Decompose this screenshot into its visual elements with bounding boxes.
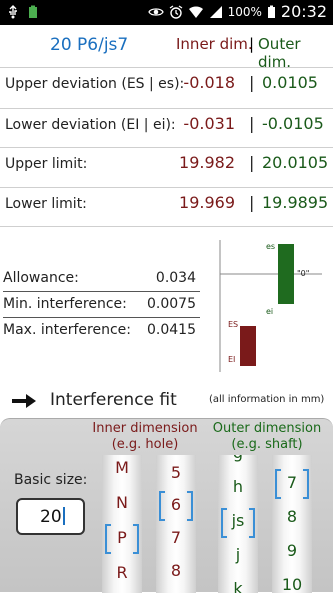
inner-dim-title: Inner dim. xyxy=(176,35,253,53)
allowance-value: 0.034 xyxy=(155,270,196,286)
battery-percent: 100% xyxy=(227,4,262,19)
min-interference-value: 0.0075 xyxy=(147,296,196,312)
selector-panel: Inner dimension (e.g. hole) Outer dimens… xyxy=(0,418,333,593)
selection-bracket-left xyxy=(159,491,165,521)
divider xyxy=(0,226,333,227)
signal-icon xyxy=(209,5,222,18)
wheel-item[interactable]: N xyxy=(102,493,142,512)
selection-bracket-right xyxy=(133,524,139,554)
usb-icon xyxy=(9,5,17,19)
divider xyxy=(0,67,333,68)
summary-divider xyxy=(3,317,200,318)
outer-title-line: Outer dimension xyxy=(212,421,322,436)
hole-letter-wheel[interactable]: M N P R xyxy=(102,455,142,593)
outer-value: 19.9895 xyxy=(262,193,329,212)
wheel-item[interactable]: 5 xyxy=(156,463,196,482)
outer-dimension-title: Outer dimension (e.g. shaft) xyxy=(207,421,327,453)
fit-type-row: Interference fit (all information in mm) xyxy=(0,390,333,414)
wheel-item[interactable]: 8 xyxy=(156,561,196,580)
wheel-item[interactable]: k xyxy=(218,579,258,593)
divider xyxy=(0,147,333,148)
outer-value: -0.0105 xyxy=(262,114,324,133)
battery-icon xyxy=(267,5,275,18)
text-cursor xyxy=(62,507,65,525)
tolerance-diagram: es ei "0" ES EI xyxy=(219,240,322,372)
units-info: (all information in mm) xyxy=(209,394,325,405)
min-interference-row: Min. interference: 0.0075 xyxy=(3,296,200,312)
hole-zone xyxy=(240,326,256,366)
wheel-item[interactable]: 9 xyxy=(272,541,312,560)
allowance-label: Allowance: xyxy=(3,270,79,286)
basic-size-label: Basic size: xyxy=(14,472,88,488)
status-bar: 100% 20:32 xyxy=(0,0,333,25)
inner-title-line: Inner dimension xyxy=(92,421,198,436)
row-lower-deviation: Lower deviation (EI | ei): -0.031 | -0.0… xyxy=(0,114,333,142)
ei-label: ei xyxy=(266,307,273,316)
selection-bracket-left xyxy=(105,524,111,554)
inner-dimension-title: Inner dimension (e.g. hole) xyxy=(90,421,200,453)
selection-bracket-right xyxy=(187,491,193,521)
eye-icon xyxy=(147,7,164,16)
inner-value: 19.969 xyxy=(179,193,235,212)
zero-label: "0" xyxy=(297,269,309,278)
value-separator: | xyxy=(249,193,255,212)
hole-grade-wheel[interactable]: 5 6 7 8 xyxy=(156,455,196,593)
battery-app-icon xyxy=(29,5,37,18)
allowance-row: Allowance: 0.034 xyxy=(3,270,200,286)
row-label: Upper limit: xyxy=(5,156,88,172)
outer-title-hint: (e.g. shaft) xyxy=(231,437,303,452)
shaft-grade-wheel[interactable]: 7 8 9 10 xyxy=(272,455,312,593)
wheel-item[interactable]: 10 xyxy=(272,575,312,593)
inner-value: -0.031 xyxy=(183,114,235,133)
outer-value: 0.0105 xyxy=(262,73,318,92)
clock: 20:32 xyxy=(280,2,327,21)
outer-value: 20.0105 xyxy=(262,153,329,172)
wheel-item[interactable]: R xyxy=(102,563,142,582)
value-separator: | xyxy=(249,114,255,133)
wifi-icon xyxy=(188,5,203,18)
max-interference-value: 0.0415 xyxy=(147,322,196,338)
selection-bracket-left xyxy=(275,469,281,499)
basic-size-input[interactable]: 20 xyxy=(16,498,85,535)
wheel-item[interactable]: M xyxy=(102,458,142,477)
value-separator: | xyxy=(249,73,255,92)
shaft-zone xyxy=(278,244,294,304)
min-interference-label: Min. interference: xyxy=(3,296,127,312)
divider xyxy=(0,187,333,188)
ES-label: ES xyxy=(228,320,238,329)
divider xyxy=(0,108,333,109)
inner-value: 19.982 xyxy=(179,153,235,172)
wheel-item[interactable]: 8 xyxy=(272,507,312,526)
inner-value: -0.018 xyxy=(183,73,235,92)
value-separator: | xyxy=(249,153,255,172)
es-label: es xyxy=(266,242,275,251)
selection-bracket-left xyxy=(221,508,227,538)
row-upper-deviation: Upper deviation (ES | es): -0.018 | 0.01… xyxy=(0,73,333,101)
fit-type-label: Interference fit xyxy=(50,390,177,410)
wheel-item[interactable]: 7 xyxy=(156,528,196,547)
wheel-item[interactable]: h xyxy=(218,477,258,496)
row-label: Lower deviation (EI | ei): xyxy=(5,117,176,133)
row-upper-limit: Upper limit: 19.982 | 20.0105 xyxy=(0,153,333,181)
arrow-right-icon xyxy=(12,394,36,408)
basic-size-value: 20 xyxy=(40,507,62,527)
summary-divider xyxy=(3,291,200,292)
selection-bracket-right xyxy=(249,508,255,538)
selection-bracket-right xyxy=(303,469,309,499)
shaft-letter-wheel[interactable]: g h js j k xyxy=(218,455,258,593)
row-lower-limit: Lower limit: 19.969 | 19.9895 xyxy=(0,193,333,221)
EI-label: EI xyxy=(228,355,235,364)
max-interference-label: Max. interference: xyxy=(3,322,131,338)
wheel-item[interactable]: j xyxy=(218,545,258,564)
wheel-item[interactable]: g xyxy=(218,455,258,462)
max-interference-row: Max. interference: 0.0415 xyxy=(3,322,200,338)
fit-code-title: 20 P6/js7 xyxy=(50,35,129,55)
header-separator: | xyxy=(249,35,255,53)
alarm-icon xyxy=(169,4,182,19)
outer-dim-title: Outer dim. xyxy=(258,35,301,71)
inner-title-hint: (e.g. hole) xyxy=(111,437,179,452)
row-label: Upper deviation (ES | es): xyxy=(5,76,185,92)
row-label: Lower limit: xyxy=(5,196,87,212)
